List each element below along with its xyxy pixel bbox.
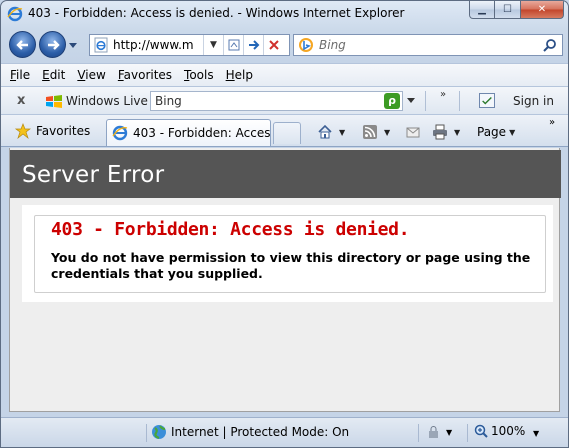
live-search-input[interactable]: Bing ρ	[150, 91, 403, 111]
maximize-button[interactable]: ☐	[495, 1, 521, 19]
globe-icon	[152, 425, 166, 440]
security-zone[interactable]: Internet | Protected Mode: On	[151, 424, 349, 440]
close-toolbar-button[interactable]: x	[17, 93, 25, 108]
close-button[interactable]: ✕	[521, 1, 564, 19]
print-button[interactable]: ▼	[432, 123, 460, 141]
home-icon	[318, 124, 332, 139]
chevron-down-icon: ▼	[446, 427, 453, 437]
status-divider	[146, 424, 147, 442]
internet-explorer-icon	[112, 125, 128, 141]
toolbar-separator	[425, 91, 426, 111]
feeds-button[interactable]: ▼	[362, 123, 390, 141]
command-bar-overflow-chevron[interactable]: »	[549, 117, 555, 128]
url-input[interactable]: http://www.m	[113, 38, 203, 52]
status-divider	[467, 424, 468, 442]
chevron-down-icon: ▼	[210, 40, 217, 50]
maximize-icon: ☐	[503, 4, 512, 15]
close-icon: ✕	[537, 4, 547, 15]
menu-edit[interactable]: Edit	[42, 68, 65, 82]
new-tab-button[interactable]	[273, 122, 301, 144]
security-zone-label: Internet | Protected Mode: On	[171, 425, 350, 439]
tab-title: 403 - Forbidden: Access ...	[133, 126, 271, 140]
favorites-button[interactable]: Favorites	[15, 123, 90, 139]
back-button[interactable]	[9, 31, 36, 58]
go-arrow-icon	[248, 40, 259, 50]
go-button[interactable]	[243, 35, 263, 55]
error-title: 403 - Forbidden: Access is denied.	[51, 219, 410, 240]
page-icon	[94, 37, 108, 53]
error-box: 403 - Forbidden: Access is denied. You d…	[34, 215, 546, 293]
chevron-down-icon[interactable]: ▼	[384, 128, 390, 137]
live-search-value: Bing	[155, 94, 182, 108]
zoom-dropdown-icon[interactable]: ▼	[533, 429, 539, 438]
browser-window: 403 - Forbidden: Access is denied. - Win…	[0, 0, 569, 448]
compatibility-view-button[interactable]	[223, 35, 243, 55]
error-message: You do not have permission to view this …	[51, 250, 531, 281]
caption-buttons: ▁ ☐ ✕	[469, 1, 564, 19]
sign-in-link[interactable]: Sign in	[513, 94, 554, 108]
home-button[interactable]: ▼	[317, 123, 345, 141]
mail-button[interactable]	[405, 123, 421, 141]
stop-icon	[268, 40, 279, 50]
search-button[interactable]	[538, 38, 562, 52]
error-panel: 403 - Forbidden: Access is denied. You d…	[22, 205, 553, 302]
menu-tools[interactable]: Tools	[184, 68, 214, 82]
status-divider	[418, 424, 419, 442]
minimize-icon: ▁	[478, 4, 486, 15]
zoom-button[interactable]: 100%	[474, 424, 525, 438]
internet-explorer-icon	[7, 6, 23, 22]
windows-live-toolbar: x Windows Live Bing ρ » Sign in	[1, 87, 568, 115]
window-title: 403 - Forbidden: Access is denied. - Win…	[28, 6, 405, 20]
windows-live-label[interactable]: Windows Live	[66, 94, 148, 108]
zoom-icon	[474, 424, 488, 438]
search-box[interactable]: Bing	[293, 34, 563, 56]
protected-mode-button[interactable]: ▼	[426, 425, 452, 439]
navigation-bar: http://www.m ▼ Bing	[1, 27, 568, 63]
status-bar: Internet | Protected Mode: On ▼ 100% ▼	[1, 417, 568, 447]
stop-button[interactable]	[263, 35, 283, 55]
checkbox-icon[interactable]	[479, 93, 495, 108]
chevron-down-icon[interactable]: ▼	[454, 128, 460, 137]
zoom-level: 100%	[491, 424, 526, 438]
toolbar-separator	[459, 91, 460, 111]
menu-view[interactable]: View	[77, 68, 105, 82]
feeds-icon	[363, 125, 377, 139]
forward-arrow-icon	[47, 39, 60, 50]
address-dropdown-button[interactable]: ▼	[203, 35, 223, 55]
compatibility-icon	[228, 39, 239, 51]
page-menu-label: Page	[477, 125, 507, 139]
menu-bar: File Edit View Favorites Tools Help	[1, 63, 568, 87]
menu-file[interactable]: File	[10, 68, 30, 82]
recent-pages-dropdown-icon[interactable]	[68, 40, 78, 50]
address-bar[interactable]: http://www.m ▼	[89, 34, 290, 56]
star-icon	[15, 123, 31, 139]
menu-favorites[interactable]: Favorites	[118, 68, 172, 82]
search-input[interactable]: Bing	[319, 38, 538, 52]
chevron-down-icon: ▼	[509, 127, 516, 137]
favorites-label: Favorites	[36, 124, 91, 138]
chevron-down-icon[interactable]: ▼	[339, 128, 345, 137]
toolbar-overflow-chevron[interactable]: »	[440, 89, 446, 100]
title-bar: 403 - Forbidden: Access is denied. - Win…	[1, 1, 568, 27]
bing-icon	[299, 38, 313, 52]
page-title: Server Error	[22, 162, 165, 188]
page-content: Server Error 403 - Forbidden: Access is …	[9, 148, 561, 412]
minimize-button[interactable]: ▁	[469, 1, 495, 19]
back-arrow-icon	[15, 39, 28, 50]
page-menu-button[interactable]: Page ▼	[477, 123, 515, 141]
tab-active[interactable]: 403 - Forbidden: Access ...	[106, 119, 271, 146]
tab-bar: Favorites 403 - Forbidden: Access ... ▼ …	[1, 115, 568, 147]
lock-icon	[429, 426, 438, 438]
forward-button[interactable]	[39, 31, 66, 58]
live-search-icon[interactable]: ρ	[384, 93, 400, 109]
windows-live-logo-icon	[46, 95, 62, 108]
server-error-header: Server Error	[10, 150, 561, 198]
mail-icon	[406, 127, 420, 138]
printer-icon	[433, 124, 447, 140]
search-icon	[543, 39, 556, 52]
menu-help[interactable]: Help	[226, 68, 253, 82]
live-search-dropdown-icon[interactable]	[407, 96, 415, 104]
